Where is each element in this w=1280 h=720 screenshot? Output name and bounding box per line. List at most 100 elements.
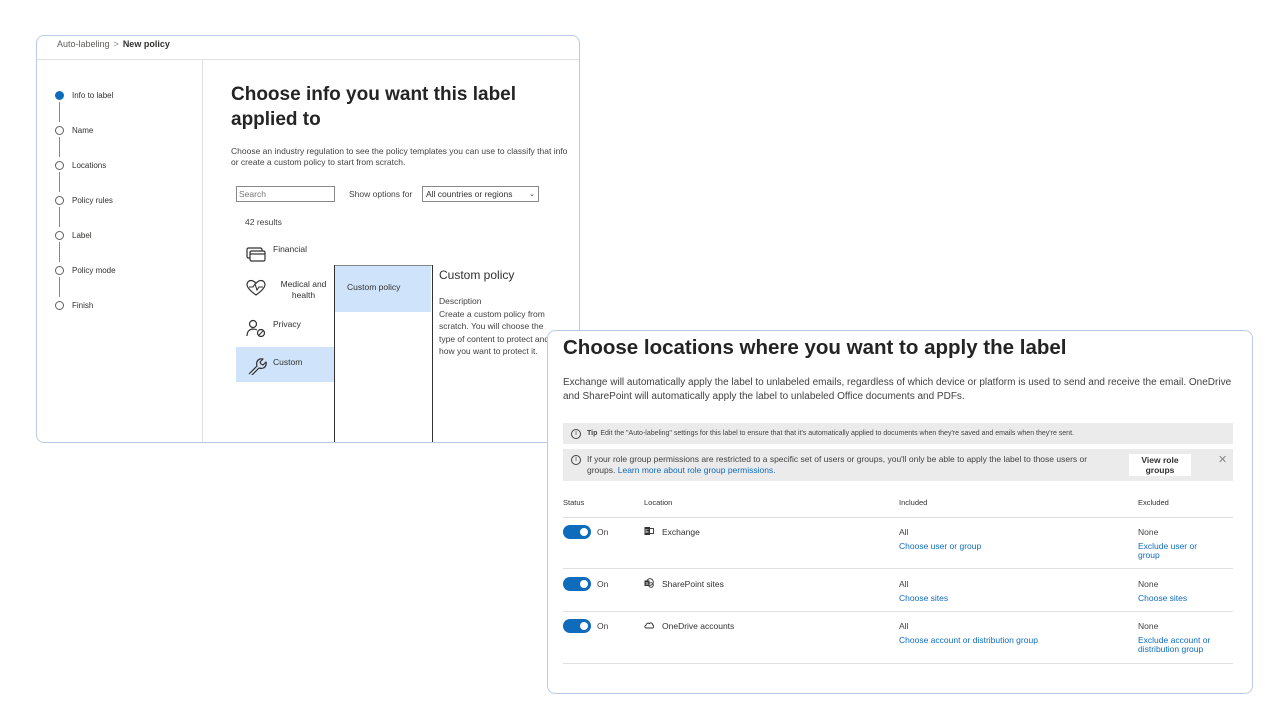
locations-title: Choose locations where you want to apply… (563, 336, 1067, 359)
excluded-cell: None Exclude user or group (1138, 527, 1218, 561)
region-select-value: All countries or regions (426, 189, 513, 199)
chevron-down-icon: ⌄ (529, 191, 535, 198)
row-divider (563, 517, 1233, 518)
included-value: All (899, 621, 909, 631)
breadcrumb-separator: > (113, 39, 119, 49)
category-custom[interactable]: Custom (236, 347, 334, 382)
excluded-value: None (1138, 527, 1159, 537)
step-info-to-label[interactable]: Info to label (55, 89, 113, 101)
category-label: Privacy (273, 319, 301, 329)
exchange-status-toggle[interactable] (563, 525, 591, 539)
location-name: OneDrive accounts (662, 621, 735, 631)
heart-pulse-icon (246, 279, 266, 296)
role-group-info: If your role group permissions are restr… (587, 454, 1117, 475)
breadcrumb-auto-labeling[interactable]: Auto-labeling (57, 39, 110, 49)
exclude-user-or-group-link[interactable]: Exclude user or group (1138, 541, 1218, 561)
step-connector (59, 277, 60, 297)
step-locations[interactable]: Locations (55, 159, 106, 171)
tip-text: Edit the "Auto-labeling" settings for th… (600, 430, 1074, 437)
choose-sites-link[interactable]: Choose sites (899, 593, 1099, 604)
role-group-info-bar: i If your role group permissions are res… (563, 449, 1233, 481)
included-cell: All Choose user or group (899, 527, 1099, 552)
tip-bar: i Tip Edit the "Auto-labeling" settings … (563, 423, 1233, 444)
wizard-steps: Info to label Name Locations Policy rule… (37, 60, 203, 442)
svg-text:S: S (645, 581, 648, 587)
step-indicator (55, 230, 64, 240)
category-medical-and-health[interactable]: Medical and health (236, 277, 334, 311)
step-label-step[interactable]: Label (55, 229, 92, 241)
onedrive-icon (644, 622, 654, 629)
step-label: Policy mode (72, 265, 116, 275)
step-indicator (55, 160, 64, 170)
included-value: All (899, 527, 909, 537)
step-policy-rules[interactable]: Policy rules (55, 194, 113, 206)
policy-detail-title: Custom policy (439, 268, 515, 282)
step-indicator (55, 125, 64, 135)
choose-account-or-distribution-group-link[interactable]: Choose account or distribution group (899, 635, 1099, 646)
row-divider (563, 568, 1233, 569)
included-value: All (899, 579, 909, 589)
step-name[interactable]: Name (55, 124, 93, 136)
included-cell: All Choose sites (899, 579, 1099, 604)
category-financial[interactable]: Financial (236, 242, 334, 272)
step-policy-mode[interactable]: Policy mode (55, 264, 116, 276)
row-divider (563, 611, 1233, 612)
status-text: On (597, 579, 609, 589)
wizard-main: Choose info you want this label applied … (203, 60, 579, 442)
wrench-icon (248, 358, 267, 375)
step-connector (59, 207, 60, 227)
excluded-cell: None Choose sites (1138, 579, 1218, 604)
category-label: Financial (273, 244, 308, 254)
person-shield-icon (246, 319, 266, 337)
step-label: Locations (72, 160, 107, 170)
step-label: Finish (72, 300, 94, 310)
excluded-cell: None Exclude account or distribution gro… (1138, 621, 1228, 655)
step-indicator (55, 265, 64, 275)
category-label: Custom (273, 357, 303, 367)
exchange-icon: E (644, 527, 654, 535)
step-finish[interactable]: Finish (55, 299, 93, 311)
category-label: Medical and health (280, 279, 327, 300)
category-privacy[interactable]: Privacy (236, 313, 334, 341)
step-label: Label (72, 230, 92, 240)
breadcrumb: Auto-labeling > New policy (37, 36, 579, 60)
region-select[interactable]: All countries or regions ⌄ (422, 186, 539, 202)
column-divider (432, 265, 433, 442)
page-title: Choose info you want this label applied … (231, 84, 517, 130)
show-options-label: Show options for (349, 189, 413, 199)
column-header-status: Status (563, 498, 585, 507)
step-connector (59, 242, 60, 262)
svg-text:E: E (645, 529, 649, 535)
role-group-permissions-link[interactable]: Learn more about role group permissions. (618, 465, 776, 475)
view-role-groups-button[interactable]: View role groups (1129, 454, 1191, 476)
location-name: Exchange (662, 527, 700, 537)
onedrive-status-toggle[interactable] (563, 619, 591, 633)
step-label: Policy rules (72, 195, 113, 205)
step-indicator (55, 195, 64, 205)
step-active-indicator (55, 90, 64, 100)
close-icon[interactable]: ✕ (1218, 453, 1227, 466)
column-header-included: Included (899, 498, 928, 507)
policy-detail-description-heading: Description (439, 296, 482, 306)
policy-item-custom-policy[interactable]: Custom policy (335, 266, 431, 312)
step-indicator (55, 300, 64, 310)
location-name: SharePoint sites (662, 579, 724, 589)
step-connector (59, 102, 60, 122)
policy-detail-description: Create a custom policy from scratch. You… (439, 309, 550, 356)
step-label: Name (72, 125, 94, 135)
search-input[interactable] (236, 186, 335, 202)
sharepoint-status-toggle[interactable] (563, 577, 591, 591)
sharepoint-icon: S (644, 578, 654, 588)
step-connector (59, 137, 60, 157)
breadcrumb-current: New policy (122, 39, 170, 49)
toggle-knob (580, 622, 588, 630)
info-icon: i (571, 455, 581, 465)
page-description: Choose an industry regulation to see the… (231, 146, 568, 167)
excluded-value: None (1138, 579, 1159, 589)
choose-user-or-group-link[interactable]: Choose user or group (899, 541, 1099, 552)
status-text: On (597, 621, 609, 631)
step-label: Info to label (72, 90, 114, 100)
step-connector (59, 172, 60, 192)
exclude-account-or-distribution-group-link[interactable]: Exclude account or distribution group (1138, 635, 1228, 655)
exclude-sites-link[interactable]: Choose sites (1138, 593, 1218, 604)
